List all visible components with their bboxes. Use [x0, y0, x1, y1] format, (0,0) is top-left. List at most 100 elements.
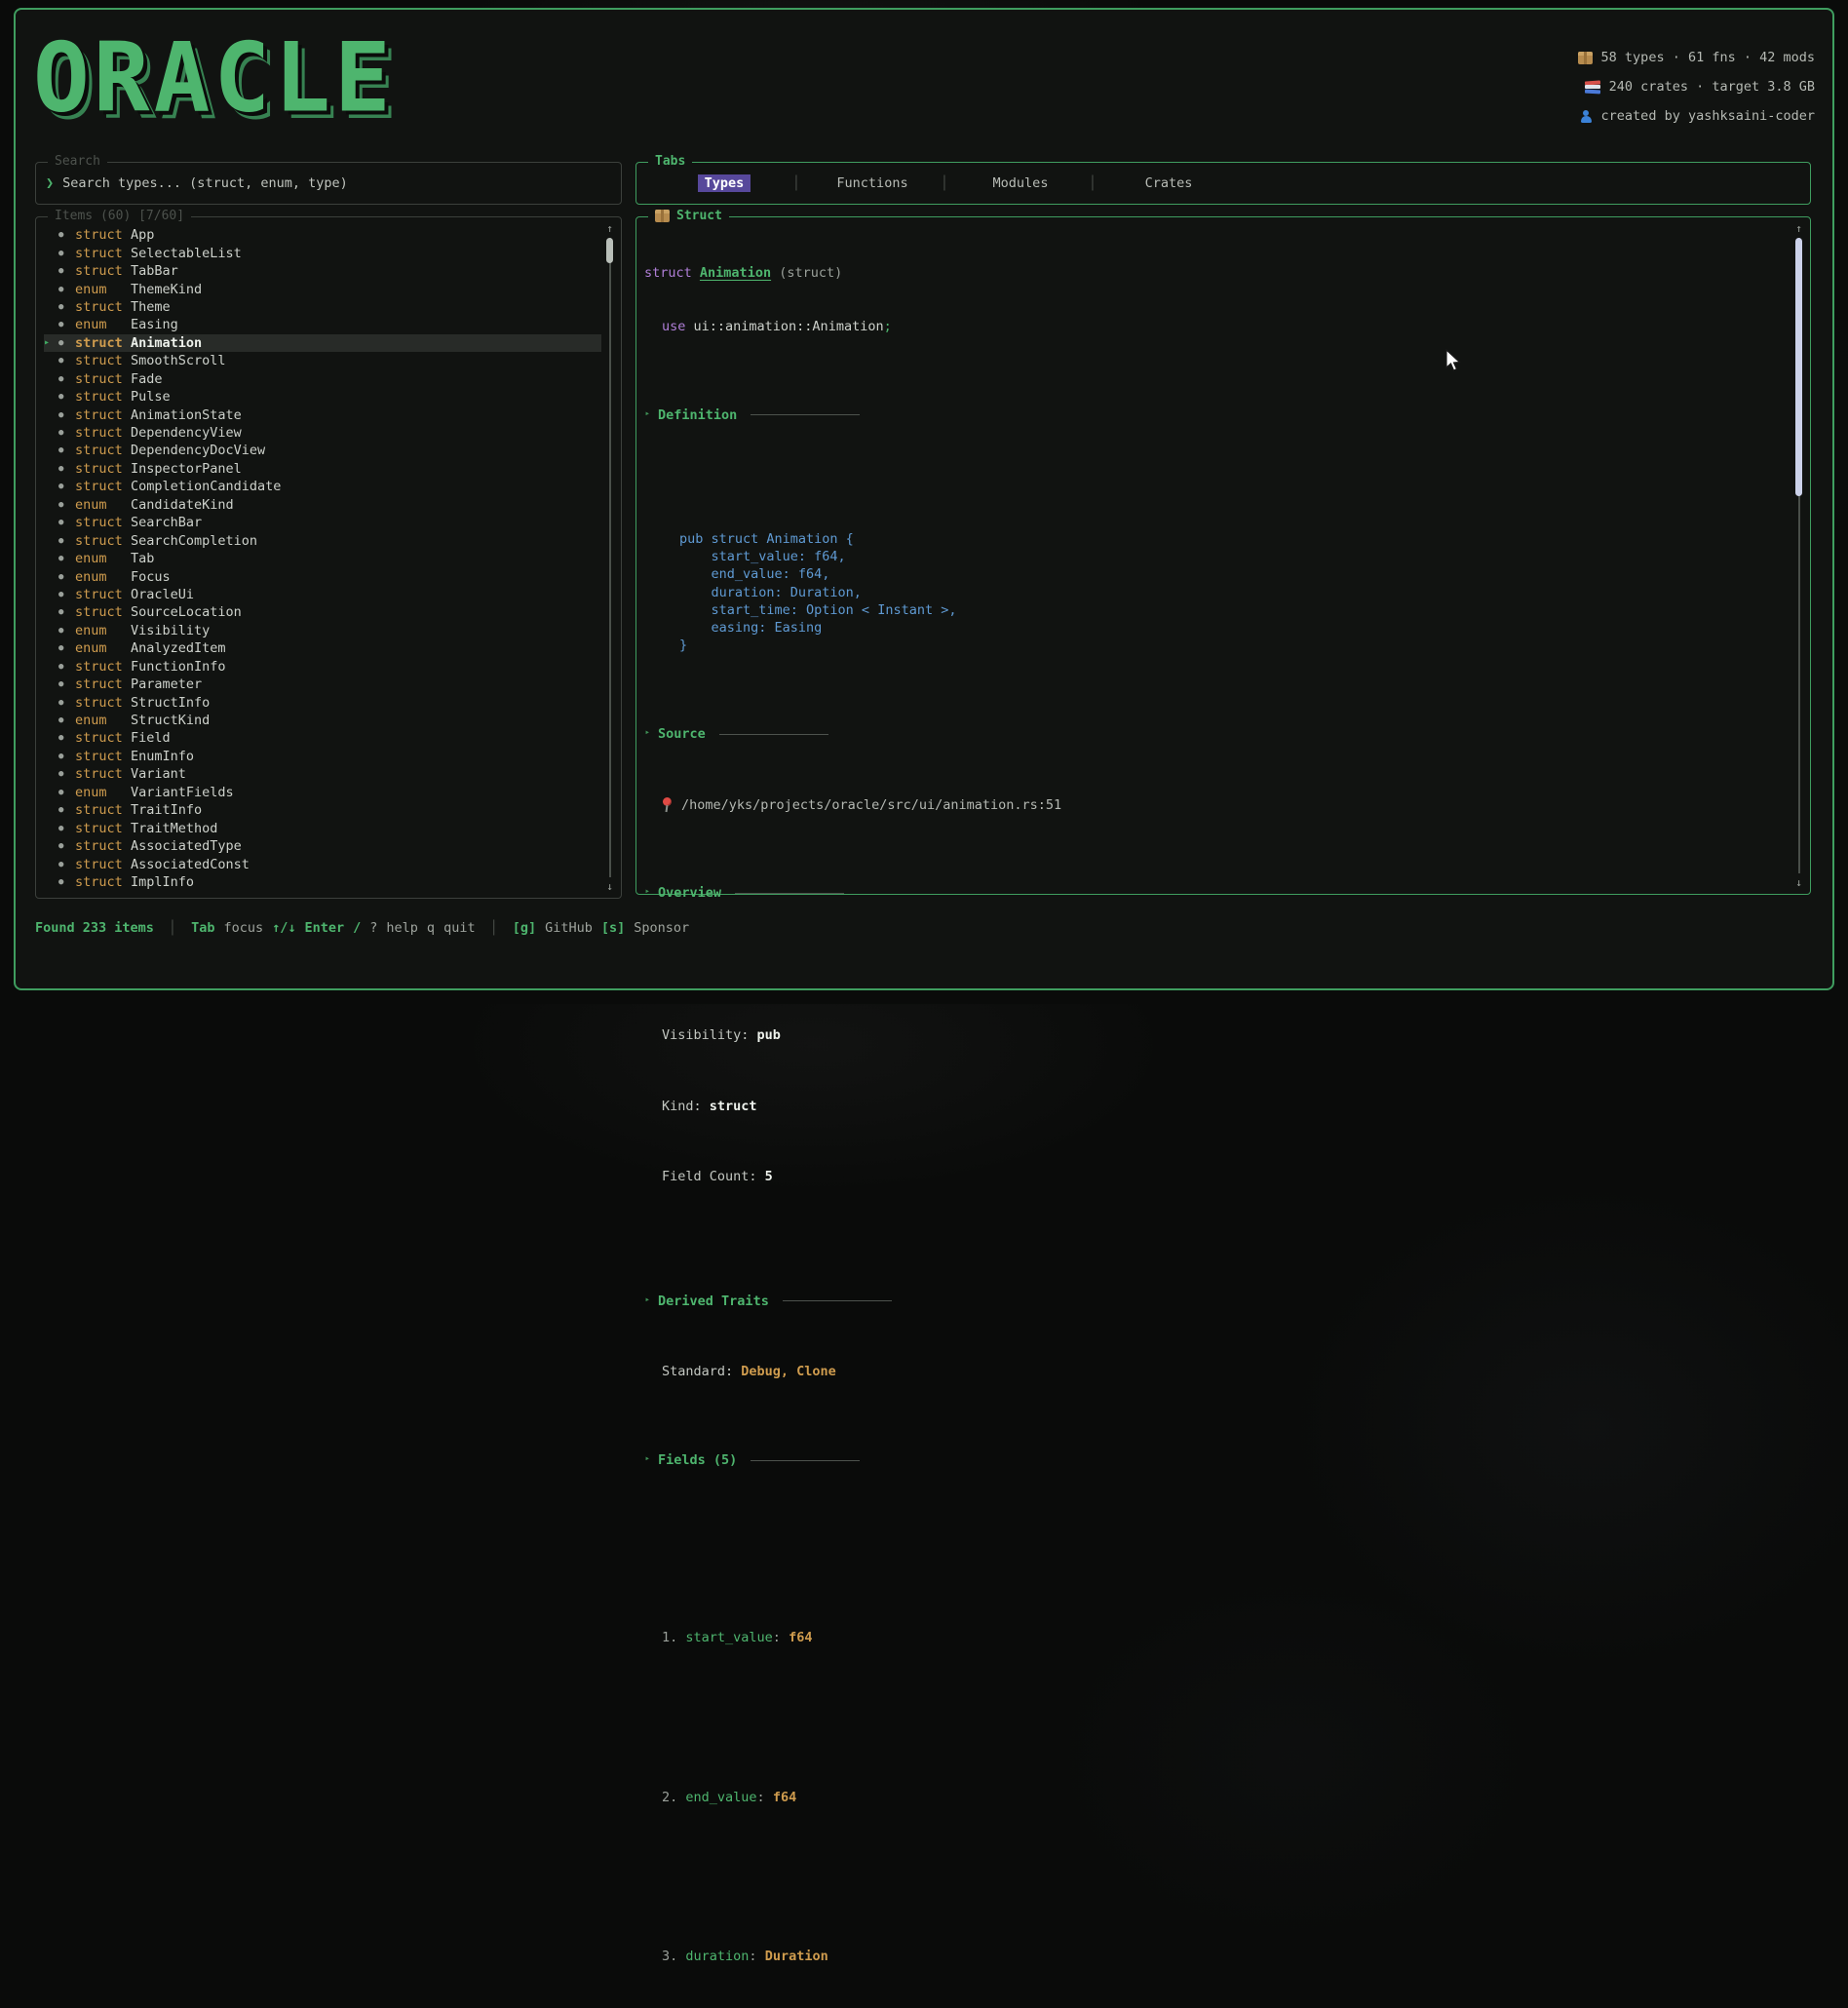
status-segment: Sponsor — [634, 920, 689, 936]
list-item[interactable]: ▸ ● struct ImplInfo — [44, 873, 601, 891]
item-name: EnumInfo — [131, 749, 194, 764]
scroll-up-icon[interactable]: ↑ — [1792, 222, 1805, 235]
person-icon — [1580, 110, 1593, 123]
status-segment: ↑/↓ — [272, 920, 295, 936]
item-kind: struct — [75, 659, 131, 675]
item-name: Focus — [131, 569, 171, 585]
list-item[interactable]: ▸ ● struct AssociatedType — [44, 837, 601, 855]
list-item[interactable]: ▸ ● enum Tab — [44, 550, 601, 567]
tab[interactable]: Types │ — [650, 175, 798, 191]
item-name: DependencyView — [131, 425, 242, 441]
use-statement: use ui::animation::Animation; — [644, 318, 1785, 335]
overview-row: Field Count: 5 — [662, 1168, 1785, 1185]
list-item[interactable]: ▸ ● enum StructKind — [44, 712, 601, 729]
list-item[interactable]: ▸ ● struct SourceLocation — [44, 603, 601, 621]
items-panel-title: Items (60) [7/60] — [48, 209, 191, 223]
list-item[interactable]: ▸ ● struct Theme — [44, 298, 601, 316]
prompt-icon: ❯ — [46, 175, 54, 191]
detail-scrollbar[interactable]: ↑ ↓ — [1792, 224, 1805, 887]
item-kind: struct — [75, 425, 131, 441]
list-item[interactable]: ▸ ● enum Visibility — [44, 622, 601, 639]
list-item[interactable]: ▸ ● struct TraitInfo — [44, 801, 601, 819]
header-stats: 58 types · 61 fns · 42 mods 240 crates ·… — [1578, 43, 1815, 131]
list-item[interactable]: ▸ ● struct SearchCompletion — [44, 531, 601, 549]
bullet-icon: ● — [58, 392, 75, 402]
list-item[interactable]: ▸ ● enum Focus — [44, 567, 601, 585]
items-scrollbar-thumb[interactable] — [606, 238, 613, 263]
derived-traits-row: Standard: Debug, Clone — [662, 1363, 1785, 1380]
list-item[interactable]: ▸ ● struct Pulse — [44, 388, 601, 405]
struct-name[interactable]: Animation — [700, 265, 771, 281]
list-item[interactable]: ▸ ● struct TraitMethod — [44, 819, 601, 836]
source-path-line: /home/yks/projects/oracle/src/ui/animati… — [662, 796, 1785, 814]
code-line: duration: Duration, — [679, 584, 1785, 601]
list-item[interactable]: ▸ ● struct FunctionInfo — [44, 658, 601, 676]
list-item[interactable]: ▸ ● enum CandidateKind — [44, 496, 601, 514]
list-item[interactable]: ▸ ● enum VariantFields — [44, 784, 601, 801]
item-kind: struct — [75, 443, 131, 458]
list-item[interactable]: ▸ ● struct App — [44, 226, 601, 244]
list-item[interactable]: ▸ ● struct SearchBar — [44, 514, 601, 531]
item-kind: enum — [75, 713, 131, 728]
item-kind: struct — [75, 749, 131, 764]
list-item[interactable]: ▸ ● struct Variant — [44, 765, 601, 783]
tab[interactable]: Modules │ — [946, 175, 1095, 191]
item-name: Field — [131, 730, 171, 746]
list-item[interactable]: ▸ ● struct CompletionCandidate — [44, 478, 601, 495]
tab[interactable]: Crates │ — [1095, 175, 1243, 191]
list-item[interactable]: ▸ ● struct DependencyView — [44, 424, 601, 442]
overview-row: Kind: struct — [662, 1098, 1785, 1115]
status-segment: │ — [169, 920, 176, 936]
bullet-icon: ● — [58, 590, 75, 599]
item-name: Visibility — [131, 623, 210, 638]
bullet-icon: ● — [58, 554, 75, 563]
list-item[interactable]: ▸ ● struct StructInfo — [44, 693, 601, 711]
tab[interactable]: Functions │ — [798, 175, 946, 191]
search-input[interactable] — [62, 175, 611, 191]
list-item[interactable]: ▸ ● struct InspectorPanel — [44, 460, 601, 478]
items-list: ▸ ● struct App ▸ ● struct SelectableList… — [36, 217, 621, 891]
item-name: TraitInfo — [131, 802, 202, 818]
package-icon — [655, 210, 670, 222]
source-path[interactable]: /home/yks/projects/oracle/src/ui/animati… — [681, 796, 1061, 814]
list-item[interactable]: ▸ ● struct SmoothScroll — [44, 352, 601, 369]
item-name: SelectableList — [131, 246, 242, 261]
item-name: Parameter — [131, 676, 202, 692]
bullet-icon: ● — [58, 788, 75, 797]
item-kind: struct — [75, 695, 131, 711]
list-item[interactable]: ▸ ● struct EnumInfo — [44, 748, 601, 765]
code-line: end_value: f64, — [679, 565, 1785, 583]
item-name: ImplInfo — [131, 874, 194, 890]
list-item[interactable]: ▸ ● struct Parameter — [44, 676, 601, 693]
item-kind: struct — [75, 407, 131, 423]
tab-label: Types — [698, 174, 751, 192]
items-scrollbar[interactable]: ↑ ↓ — [603, 224, 616, 891]
list-item[interactable]: ▸ ● struct SelectableList — [44, 244, 601, 261]
bullet-icon: ● — [58, 285, 75, 294]
scroll-down-icon[interactable]: ↓ — [1792, 876, 1805, 889]
bullet-icon: ● — [58, 733, 75, 743]
list-item[interactable]: ▸ ● struct Field — [44, 729, 601, 747]
scroll-up-icon[interactable]: ↑ — [603, 222, 616, 235]
list-item[interactable]: ▸ ● struct Fade — [44, 370, 601, 388]
list-item[interactable]: ▸ ● struct OracleUi — [44, 586, 601, 603]
list-item[interactable]: ▸ ● struct AnimationState — [44, 405, 601, 423]
stat-text: 240 crates · target 3.8 GB — [1609, 79, 1815, 95]
list-item[interactable]: ▸ ● struct TabBar — [44, 262, 601, 280]
detail-scrollbar-thumb[interactable] — [1795, 238, 1802, 496]
scroll-down-icon[interactable]: ↓ — [603, 880, 616, 893]
list-item[interactable]: ▸ ● struct AssociatedConst — [44, 855, 601, 872]
selection-arrow-icon: ▸ — [44, 337, 58, 348]
list-item[interactable]: ▸ ● struct Animation — [44, 334, 601, 352]
bullet-icon: ● — [58, 752, 75, 761]
item-name: App — [131, 227, 154, 243]
list-item[interactable]: ▸ ● struct DependencyDocView — [44, 442, 601, 459]
item-name: Tab — [131, 551, 154, 566]
search-panel-title: Search — [48, 154, 107, 169]
section-arrow-icon: ‣ — [644, 1293, 650, 1310]
list-item[interactable]: ▸ ● enum Easing — [44, 316, 601, 333]
item-kind: struct — [75, 766, 131, 782]
list-item[interactable]: ▸ ● enum AnalyzedItem — [44, 639, 601, 657]
list-item[interactable]: ▸ ● enum ThemeKind — [44, 280, 601, 297]
bullet-icon: ● — [58, 841, 75, 851]
